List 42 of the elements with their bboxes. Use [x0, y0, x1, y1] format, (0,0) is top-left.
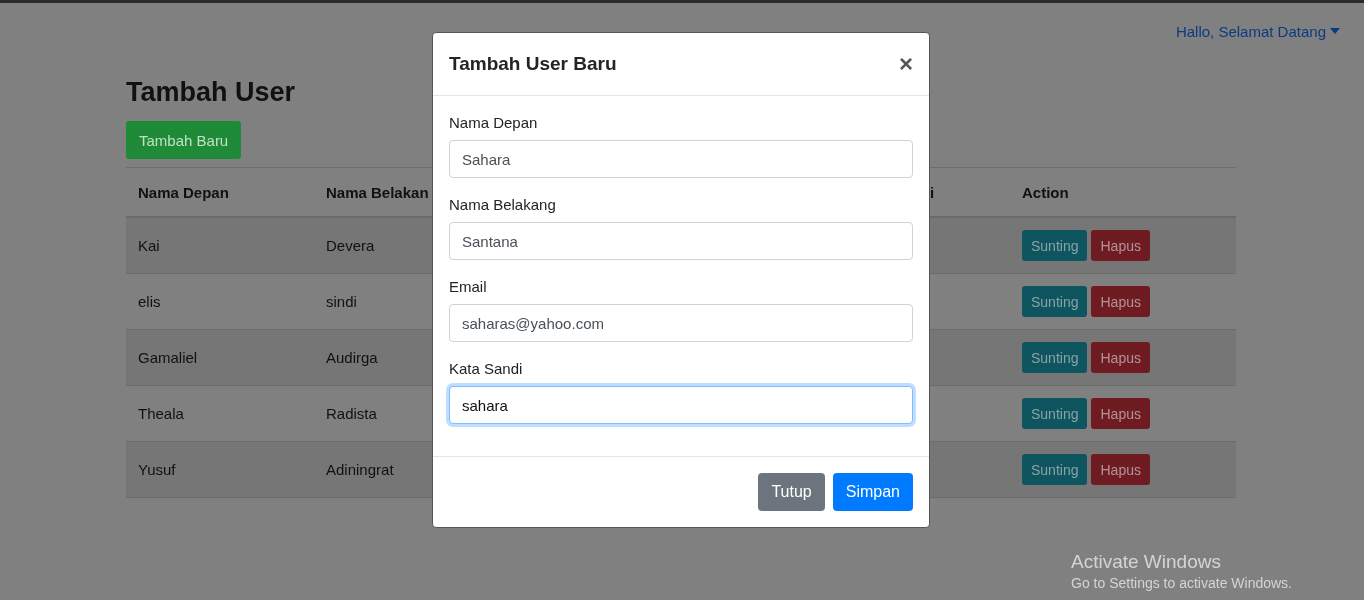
input-field[interactable]: Santana — [449, 222, 913, 260]
table-cell-text: Radista — [325, 405, 378, 422]
delete-button[interactable]: Hapus — [1091, 454, 1150, 485]
modal-title: Tambah User Baru — [449, 53, 617, 75]
field-label: Nama Belakang — [449, 196, 557, 213]
user-menu[interactable]: Hallo, Selamat Datang — [1175, 21, 1340, 41]
table-cell-text: Theala — [137, 405, 185, 422]
table-cell-text: Adiningrat — [325, 461, 395, 478]
page-title: Tambah User — [126, 76, 297, 109]
activation-text: Go to Settings to activate Windows. — [1071, 575, 1292, 591]
field-label: Kata Sandi — [449, 360, 524, 377]
delete-button[interactable]: Hapus — [1091, 342, 1150, 373]
edit-button[interactable]: Sunting — [1022, 454, 1088, 485]
caret-icon — [1330, 28, 1340, 34]
delete-button[interactable]: Hapus — [1091, 286, 1150, 317]
table-cell-text: Devera — [325, 237, 376, 254]
add-new-button[interactable]: Tambah Baru — [126, 121, 242, 159]
table-cell-text: sindi — [325, 293, 358, 310]
edit-button[interactable]: Sunting — [1022, 398, 1088, 429]
delete-button[interactable]: Hapus — [1091, 230, 1150, 261]
input-field[interactable]: saharas@yahoo.com — [449, 304, 913, 342]
close-dialog-button[interactable]: Tutup — [758, 473, 825, 511]
table-cell-text: Gamaliel — [137, 349, 199, 366]
input-field[interactable]: Sahara — [449, 140, 913, 178]
edit-button[interactable]: Sunting — [1022, 230, 1088, 261]
input-field[interactable]: sahara — [449, 386, 913, 424]
edit-button[interactable]: Sunting — [1022, 286, 1088, 317]
table-cell-text: Kai — [137, 237, 161, 254]
edit-button[interactable]: Sunting — [1022, 342, 1088, 373]
column-header: Nama Depan — [137, 183, 230, 201]
column-header: Nama Belakan — [325, 183, 430, 201]
field-label: Email — [449, 278, 488, 295]
column-header: Action — [1021, 183, 1070, 201]
save-button[interactable]: Simpan — [832, 473, 913, 511]
activation-title: Activate Windows — [1071, 551, 1222, 573]
table-cell-text: elis — [137, 293, 162, 310]
column-header: i — [930, 183, 935, 201]
close-button[interactable]: × — [899, 52, 913, 76]
table-cell-text: Yusuf — [137, 461, 177, 478]
table-cell-text: Audirga — [325, 349, 379, 366]
field-label: Nama Depan — [449, 114, 539, 131]
delete-button[interactable]: Hapus — [1091, 398, 1150, 429]
